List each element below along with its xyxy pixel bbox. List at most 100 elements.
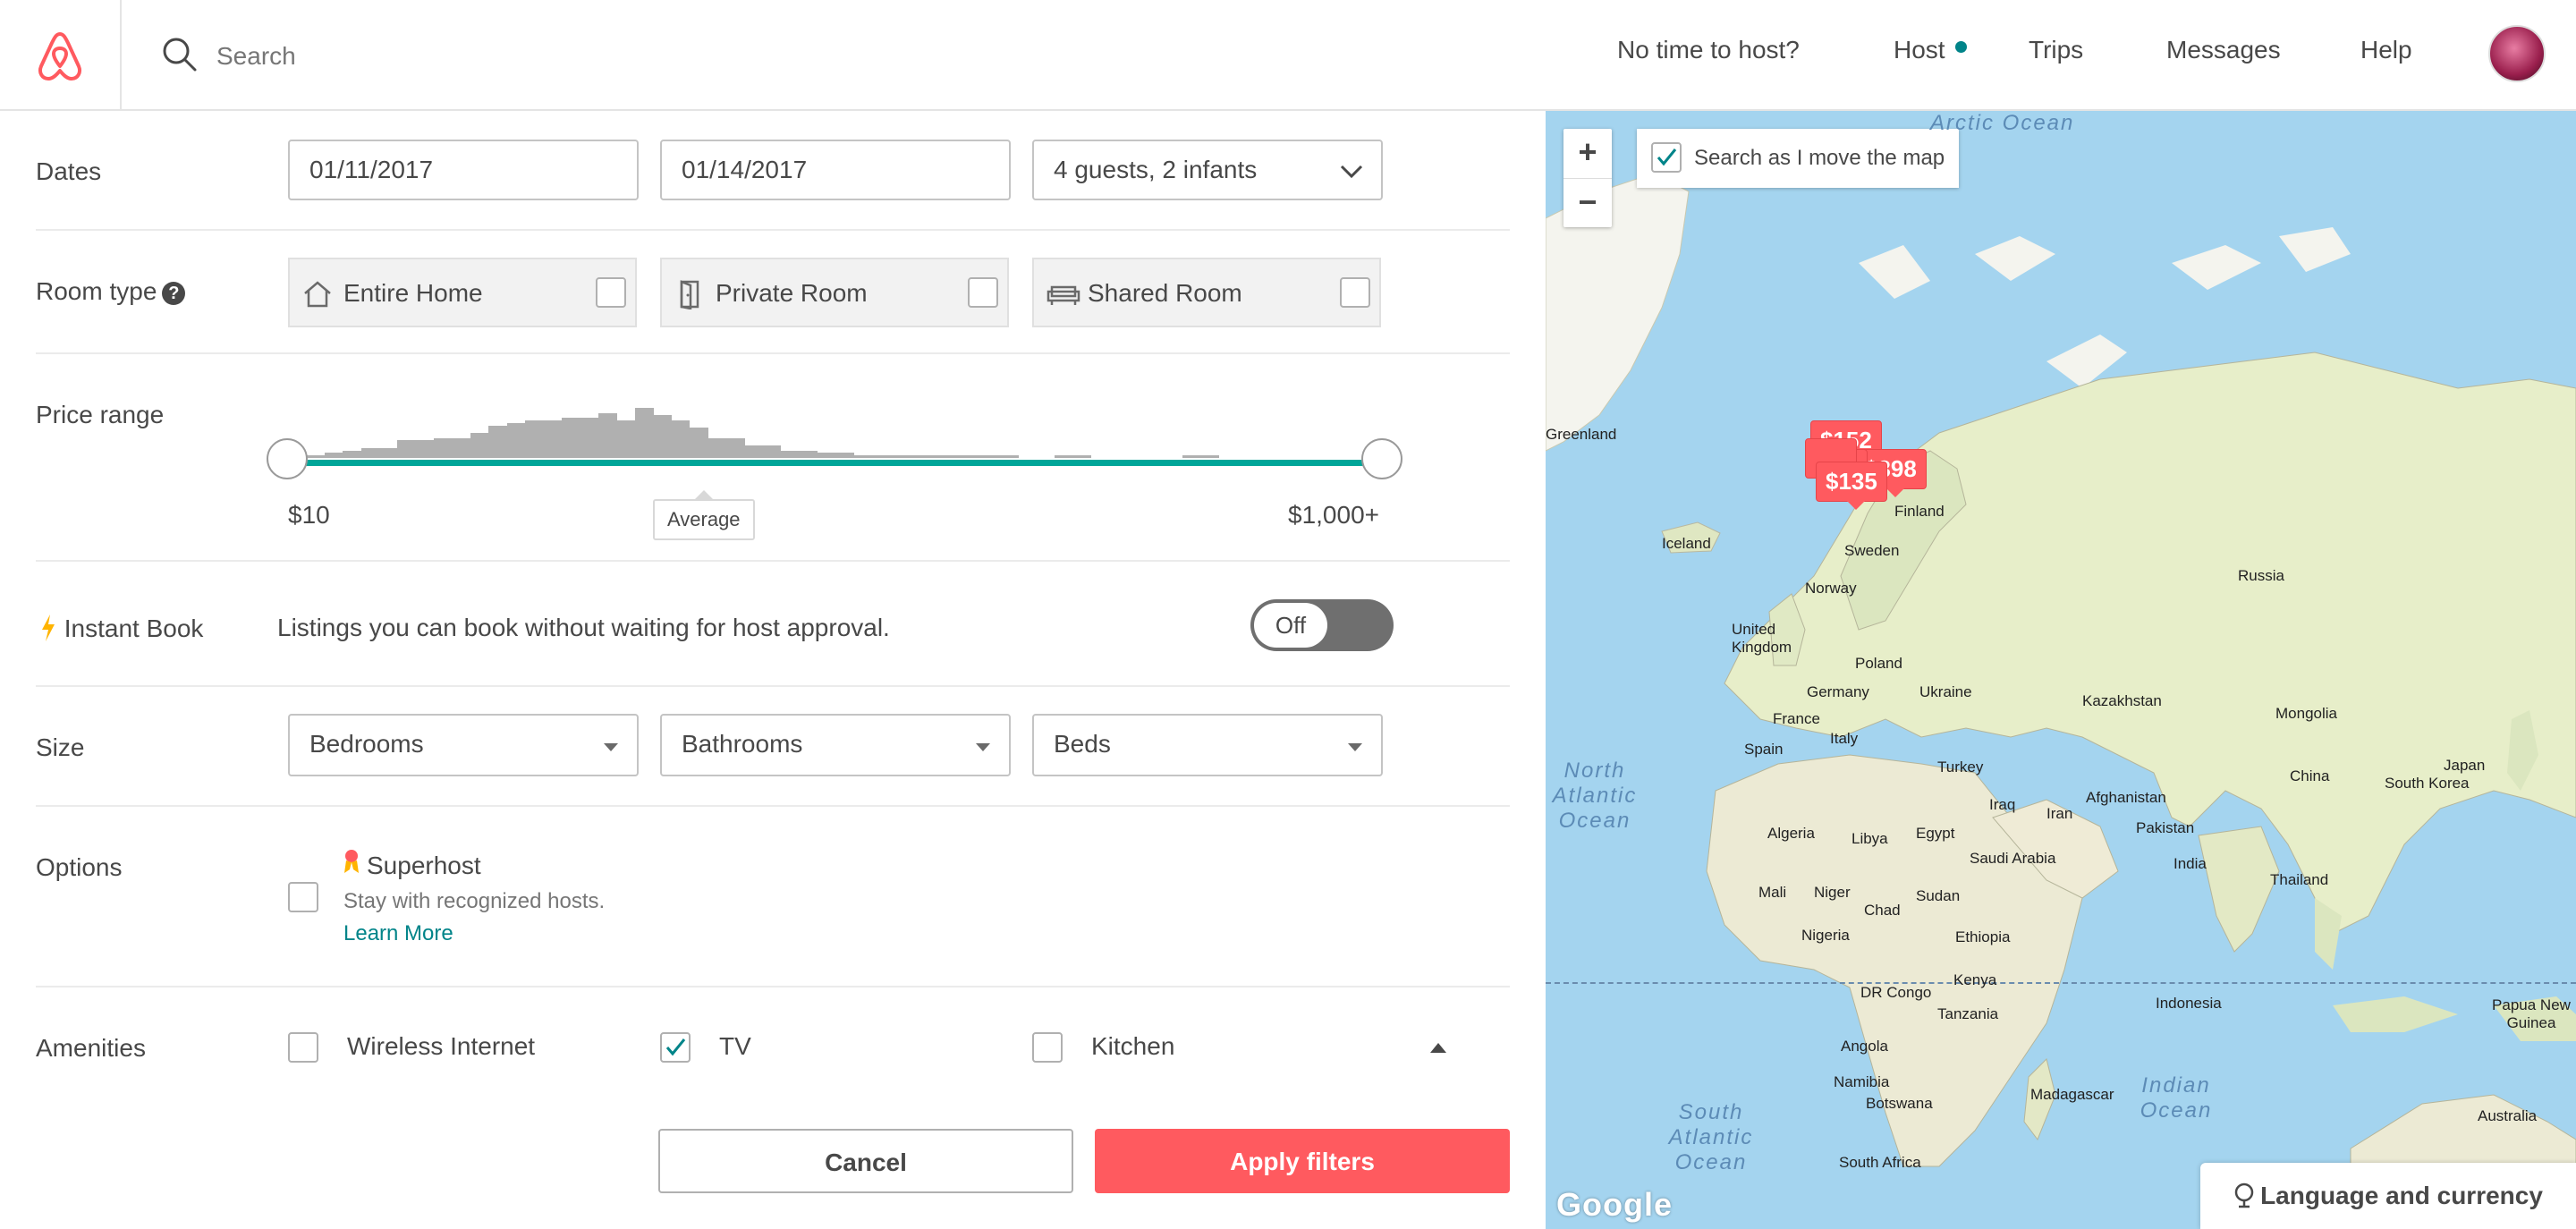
airbnb-logo[interactable]: [0, 0, 122, 109]
histogram-bar: [415, 440, 435, 458]
host-notification-dot: [1955, 41, 1967, 53]
country-label: Australia: [2478, 1107, 2538, 1124]
country-label: Sweden: [1844, 542, 1900, 559]
ocean-label: Arctic Ocean: [1930, 111, 2075, 135]
superhost-subtext: Stay with recognized hosts.: [343, 889, 606, 913]
histogram-bar: [306, 455, 326, 458]
histogram-bar: [744, 445, 763, 458]
histogram-bar: [653, 415, 672, 458]
equator-line: [1546, 982, 2576, 984]
price-max-handle[interactable]: [1361, 438, 1402, 479]
histogram-bar: [890, 455, 910, 458]
toggle-knob: Off: [1254, 603, 1327, 648]
room-entire-home-checkbox[interactable]: [596, 277, 626, 308]
room-shared-room[interactable]: Shared Room: [1032, 258, 1381, 327]
country-label: Indonesia: [2156, 995, 2222, 1012]
bathrooms-select[interactable]: Bathrooms: [660, 714, 1011, 776]
zoom-in-button[interactable]: +: [1563, 129, 1612, 178]
histogram-bar: [762, 445, 782, 458]
histogram-bar: [1200, 455, 1219, 458]
search-input[interactable]: [215, 34, 844, 79]
country-label: Japan: [2444, 757, 2486, 774]
histogram-bar: [1054, 455, 1073, 458]
instant-book-toggle[interactable]: Off: [1250, 599, 1394, 651]
nav-host[interactable]: Host: [1894, 36, 1945, 64]
bathrooms-value: Bathrooms: [682, 730, 803, 758]
caret-down-icon: [604, 743, 618, 751]
price-min-handle[interactable]: [267, 438, 308, 479]
learn-more-link[interactable]: Learn More: [343, 921, 453, 946]
search-as-move-checkbox[interactable]: [1651, 141, 1682, 173]
country-label: Thailand: [2270, 871, 2329, 888]
country-label: United Kingdom: [1732, 621, 1792, 656]
checkout-field[interactable]: 01/14/2017: [660, 140, 1011, 200]
divider: [36, 685, 1510, 687]
map-land-shapes: [1546, 173, 2576, 1229]
room-private-room-checkbox[interactable]: [968, 277, 998, 308]
search-as-move-toggle[interactable]: Search as I move the map: [1637, 129, 1960, 188]
caret-down-icon: [976, 743, 990, 751]
home-icon: [304, 281, 331, 308]
room-entire-home[interactable]: Entire Home: [288, 258, 637, 327]
zoom-control: + −: [1563, 129, 1612, 227]
histogram-bar: [580, 418, 599, 458]
room-private-room[interactable]: Private Room: [660, 258, 1009, 327]
country-label: Russia: [2238, 567, 2284, 584]
avatar[interactable]: [2488, 25, 2546, 82]
bedrooms-select[interactable]: Bedrooms: [288, 714, 639, 776]
language-currency-button[interactable]: Language and currency: [2200, 1163, 2576, 1229]
nav-messages[interactable]: Messages: [2166, 36, 2281, 64]
amenity-tv-checkbox[interactable]: [660, 1032, 691, 1063]
airbnb-logo-icon: [38, 32, 81, 81]
checkin-field[interactable]: 01/11/2017: [288, 140, 639, 200]
superhost-checkbox[interactable]: [288, 882, 318, 912]
country-label: Madagascar: [2030, 1086, 2114, 1103]
histogram-bar: [543, 420, 563, 458]
amenity-kitchen-checkbox[interactable]: [1032, 1032, 1063, 1063]
country-label: DR Congo: [1860, 984, 1932, 1001]
histogram-bar: [999, 455, 1019, 458]
apply-filters-button[interactable]: Apply filters: [1095, 1129, 1510, 1193]
country-label: Poland: [1855, 655, 1902, 672]
country-label: Finland: [1894, 503, 1945, 520]
instant-book-label: Instant Book: [39, 614, 203, 643]
price-slider-track[interactable]: [286, 460, 1383, 466]
country-label: Kazakhstan: [2082, 692, 2162, 709]
checkmark-icon: [1657, 148, 1677, 165]
nav-no-time-to-host[interactable]: No time to host?: [1617, 36, 1800, 64]
country-label: India: [2174, 855, 2207, 872]
cancel-button[interactable]: Cancel: [658, 1129, 1073, 1193]
collapse-caret-icon[interactable]: [1429, 1041, 1447, 1054]
dates-label: Dates: [36, 157, 102, 185]
amenity-tv-label: TV: [719, 1032, 751, 1060]
divider: [36, 352, 1510, 354]
country-label: Sudan: [1916, 887, 1961, 904]
amenity-wireless-checkbox[interactable]: [288, 1032, 318, 1063]
country-label: Namibia: [1834, 1073, 1890, 1090]
map-price-pin[interactable]: $135: [1816, 462, 1887, 510]
filter-panel: Dates 01/11/2017 01/14/2017 4 guests, 2 …: [0, 111, 1546, 1229]
bedrooms-value: Bedrooms: [309, 730, 424, 758]
country-label: Spain: [1744, 741, 1784, 758]
room-shared-room-label: Shared Room: [1088, 279, 1242, 307]
nav-help[interactable]: Help: [2360, 36, 2412, 64]
room-shared-room-checkbox[interactable]: [1340, 277, 1370, 308]
histogram-bar: [817, 453, 836, 458]
histogram-bar: [452, 438, 471, 458]
divider: [36, 805, 1510, 807]
guests-select[interactable]: 4 guests, 2 infants: [1032, 140, 1383, 200]
histogram-bar: [488, 426, 508, 458]
search-icon: [163, 38, 197, 72]
country-label: Iran: [2046, 805, 2073, 822]
help-icon[interactable]: ?: [162, 281, 186, 305]
histogram-bar: [927, 455, 945, 458]
amenities-label: Amenities: [36, 1034, 146, 1062]
zoom-out-button[interactable]: −: [1563, 179, 1612, 228]
histogram-bar: [525, 420, 545, 458]
map[interactable]: + − Search as I move the map Arctic Ocea…: [1546, 111, 2576, 1229]
histogram-bar: [324, 453, 343, 458]
nav-trips[interactable]: Trips: [2029, 36, 2083, 64]
histogram-bar: [616, 420, 636, 458]
country-label: Turkey: [1937, 759, 1984, 776]
beds-select[interactable]: Beds: [1032, 714, 1383, 776]
